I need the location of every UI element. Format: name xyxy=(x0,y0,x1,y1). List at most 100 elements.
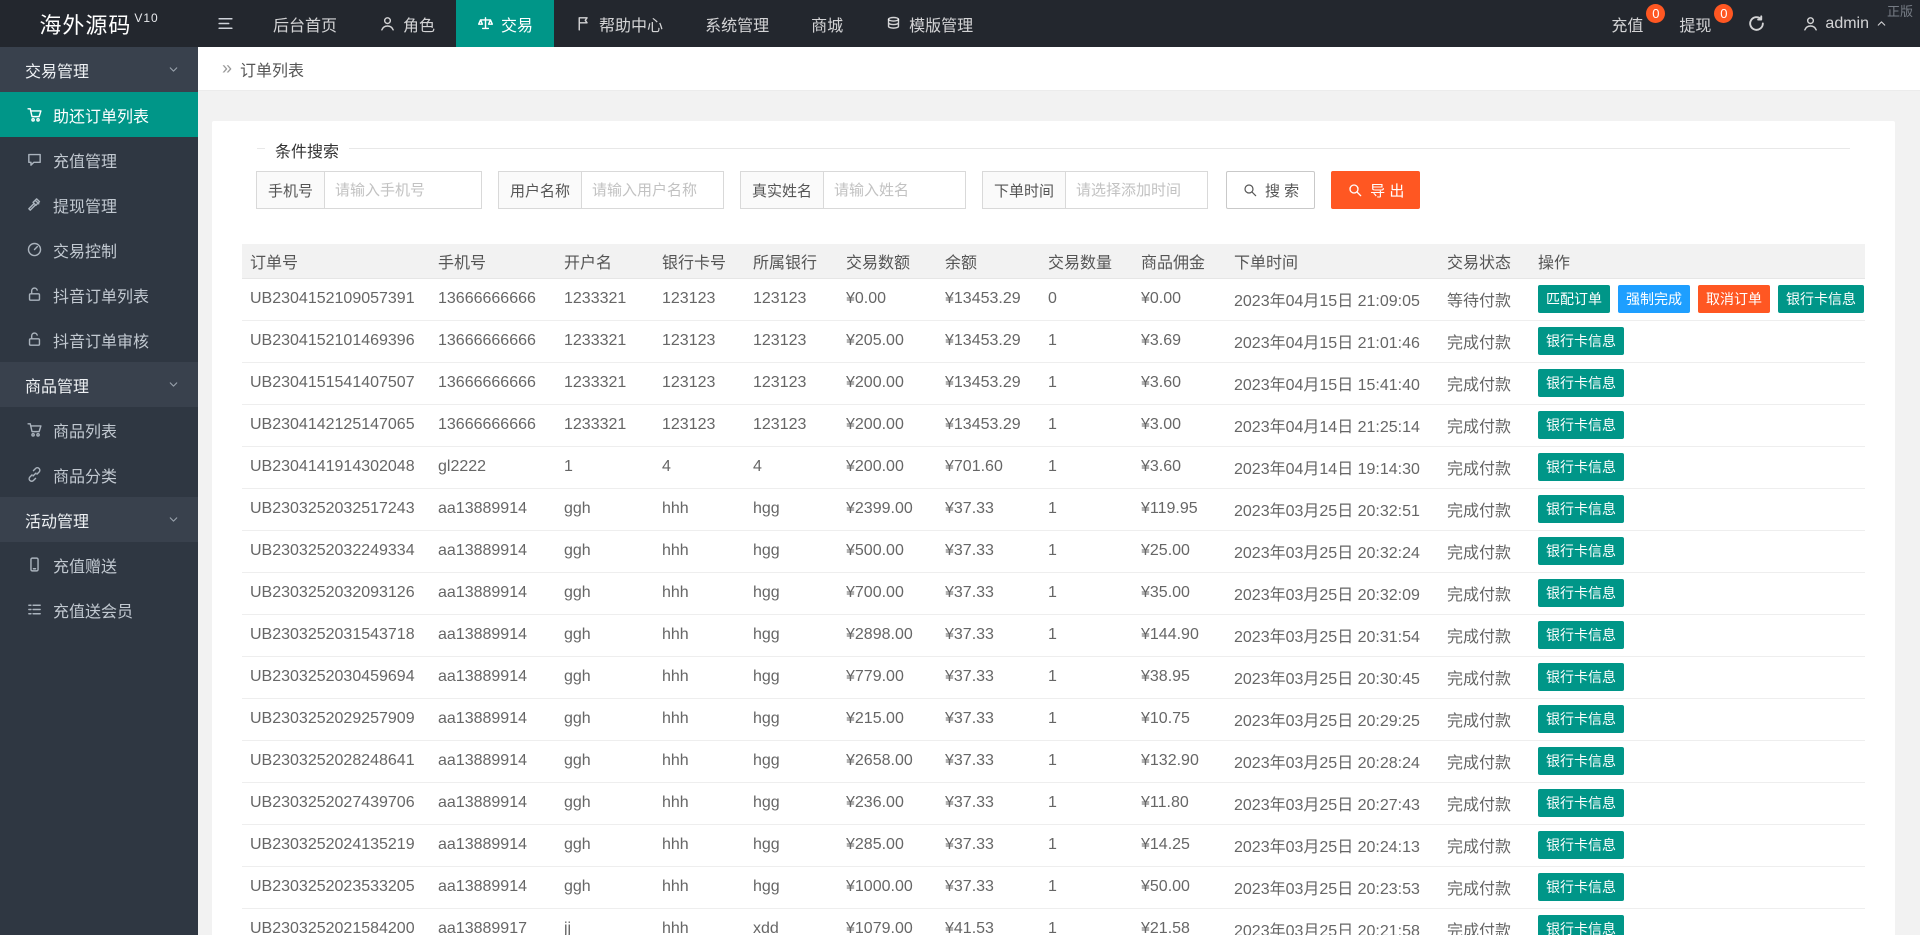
bank-card-info-button[interactable]: 银行卡信息 xyxy=(1538,369,1624,397)
cancel-order-button[interactable]: 取消订单 xyxy=(1698,285,1770,313)
sidebar-item-assist-order-list[interactable]: 助还订单列表 xyxy=(0,92,198,137)
bank-card-info-button[interactable]: 银行卡信息 xyxy=(1778,285,1864,313)
scales-icon xyxy=(477,15,494,32)
export-button[interactable]: 导 出 xyxy=(1331,171,1420,209)
cell-phone: 13666666666 xyxy=(430,320,556,362)
hamburger-icon[interactable] xyxy=(198,0,252,47)
cell-actions: 银行卡信息 xyxy=(1530,362,1865,404)
realname-input[interactable] xyxy=(824,171,966,209)
bank-card-info-button[interactable]: 银行卡信息 xyxy=(1538,747,1624,775)
topnav-item-trade[interactable]: 交易 xyxy=(456,0,554,47)
cell-account_name: ggh xyxy=(556,782,654,824)
sidebar-item-goods-list[interactable]: 商品列表 xyxy=(0,407,198,452)
bank-card-info-button[interactable]: 银行卡信息 xyxy=(1538,915,1624,935)
bank-card-info-button[interactable]: 银行卡信息 xyxy=(1538,411,1624,439)
main-content: » 订单列表 条件搜索 手机号用户名称真实姓名下单时间 搜 索 导 出 订单号手… xyxy=(198,47,1920,935)
cell-time: 2023年03月25日 20:31:54 xyxy=(1226,614,1439,656)
cell-quantity: 1 xyxy=(1040,656,1133,698)
cell-balance: ¥41.53 xyxy=(937,908,1040,935)
table-row: UB2303252023533205aa13889914gghhhhhgg¥10… xyxy=(242,866,1865,908)
sidebar-item-recharge-gift[interactable]: 充值赠送 xyxy=(0,542,198,587)
order-time-field-group: 下单时间 xyxy=(982,171,1208,209)
cell-commission: ¥35.00 xyxy=(1133,572,1226,614)
topnav-label: 帮助中心 xyxy=(599,12,663,36)
realname-label: 真实姓名 xyxy=(740,171,824,209)
cell-account_name: ggh xyxy=(556,698,654,740)
flag-icon xyxy=(575,15,592,32)
cell-amount: ¥779.00 xyxy=(838,656,937,698)
bank-card-info-button[interactable]: 银行卡信息 xyxy=(1538,621,1624,649)
cell-status: 等待付款 xyxy=(1439,278,1530,320)
cell-balance: ¥701.60 xyxy=(937,446,1040,488)
order-time-input[interactable] xyxy=(1066,171,1208,209)
username: admin xyxy=(1825,15,1869,33)
sidebar-group-activity-mgmt[interactable]: 活动管理 xyxy=(0,497,198,542)
cell-time: 2023年03月25日 20:28:24 xyxy=(1226,740,1439,782)
cell-bank: hgg xyxy=(745,614,838,656)
bank-card-info-button[interactable]: 银行卡信息 xyxy=(1538,495,1624,523)
topnav-label: 模版管理 xyxy=(909,12,973,36)
cell-account_name: jj xyxy=(556,908,654,935)
cell-balance: ¥37.33 xyxy=(937,530,1040,572)
topnav-item-home[interactable]: 后台首页 xyxy=(252,0,358,47)
cell-account_name: 1233321 xyxy=(556,278,654,320)
cell-actions: 银行卡信息 xyxy=(1530,656,1865,698)
sidebar-group-label: 活动管理 xyxy=(25,508,89,532)
sidebar-item-trade-control[interactable]: 交易控制 xyxy=(0,227,198,272)
cell-card_no: hhh xyxy=(654,656,745,698)
topnav-item-role[interactable]: 角色 xyxy=(358,0,456,47)
sidebar-item-douyin-order-list[interactable]: 抖音订单列表 xyxy=(0,272,198,317)
cell-phone: aa13889914 xyxy=(430,530,556,572)
sidebar-item-douyin-order-audit[interactable]: 抖音订单审核 xyxy=(0,317,198,362)
sidebar-item-withdraw-mgmt[interactable]: 提现管理 xyxy=(0,182,198,227)
chevron-down-icon xyxy=(167,63,180,76)
sidebar-group-goods-mgmt[interactable]: 商品管理 xyxy=(0,362,198,407)
table-row: UB2304141914302048gl2222144¥200.00¥701.6… xyxy=(242,446,1865,488)
bank-card-info-button[interactable]: 银行卡信息 xyxy=(1538,579,1624,607)
sidebar-item-goods-category[interactable]: 商品分类 xyxy=(0,452,198,497)
cell-order_no: UB2303252027439706 xyxy=(242,782,430,824)
table-row: UB2303252032093126aa13889914gghhhhhgg¥70… xyxy=(242,572,1865,614)
cell-phone: aa13889914 xyxy=(430,866,556,908)
sidebar-item-recharge-mgmt[interactable]: 充值管理 xyxy=(0,137,198,182)
bank-card-info-button[interactable]: 银行卡信息 xyxy=(1538,705,1624,733)
cell-balance: ¥13453.29 xyxy=(937,362,1040,404)
search-button-label: 搜 索 xyxy=(1265,180,1299,201)
cell-card_no: hhh xyxy=(654,782,745,824)
cell-quantity: 1 xyxy=(1040,362,1133,404)
topnav-item-mall[interactable]: 商城 xyxy=(790,0,864,47)
bank-card-info-button[interactable]: 银行卡信息 xyxy=(1538,453,1624,481)
sidebar-item-label: 助还订单列表 xyxy=(53,103,149,127)
bank-card-info-button[interactable]: 银行卡信息 xyxy=(1538,663,1624,691)
bank-card-info-button[interactable]: 银行卡信息 xyxy=(1538,789,1624,817)
bank-card-info-button[interactable]: 银行卡信息 xyxy=(1538,537,1624,565)
match-order-button[interactable]: 匹配订单 xyxy=(1538,285,1610,313)
withdraw-button[interactable]: 提现 0 xyxy=(1661,0,1729,47)
topnav-item-system[interactable]: 系统管理 xyxy=(684,0,790,47)
recharge-button[interactable]: 充值 0 xyxy=(1593,0,1661,47)
topnav-item-help[interactable]: 帮助中心 xyxy=(554,0,684,47)
phone-input[interactable] xyxy=(325,171,482,209)
sidebar-item-recharge-vip[interactable]: 充值送会员 xyxy=(0,587,198,632)
bank-card-info-button[interactable]: 银行卡信息 xyxy=(1538,327,1624,355)
bank-card-info-button[interactable]: 银行卡信息 xyxy=(1538,831,1624,859)
refresh-button[interactable] xyxy=(1729,0,1784,47)
cell-balance: ¥37.33 xyxy=(937,488,1040,530)
username-input[interactable] xyxy=(582,171,724,209)
cell-actions: 银行卡信息 xyxy=(1530,740,1865,782)
orders-table: 订单号手机号开户名银行卡号所属银行交易数额余额交易数量商品佣金下单时间交易状态操… xyxy=(242,244,1865,935)
link-icon xyxy=(26,466,43,483)
cell-amount: ¥700.00 xyxy=(838,572,937,614)
table-row: UB23041521090573911366666666612333211231… xyxy=(242,278,1865,320)
cell-amount: ¥205.00 xyxy=(838,320,937,362)
force-complete-button[interactable]: 强制完成 xyxy=(1618,285,1690,313)
cell-amount: ¥1000.00 xyxy=(838,866,937,908)
table-row: UB23041515414075071366666666612333211231… xyxy=(242,362,1865,404)
topnav-item-template[interactable]: 模版管理 xyxy=(864,0,994,47)
table-row: UB2303252028248641aa13889914gghhhhhgg¥26… xyxy=(242,740,1865,782)
search-button[interactable]: 搜 索 xyxy=(1226,171,1315,209)
sidebar-group-trade-mgmt[interactable]: 交易管理 xyxy=(0,47,198,92)
cell-order_no: UB2303252021584200 xyxy=(242,908,430,935)
bank-card-info-button[interactable]: 银行卡信息 xyxy=(1538,873,1624,901)
cell-actions: 银行卡信息 xyxy=(1530,572,1865,614)
